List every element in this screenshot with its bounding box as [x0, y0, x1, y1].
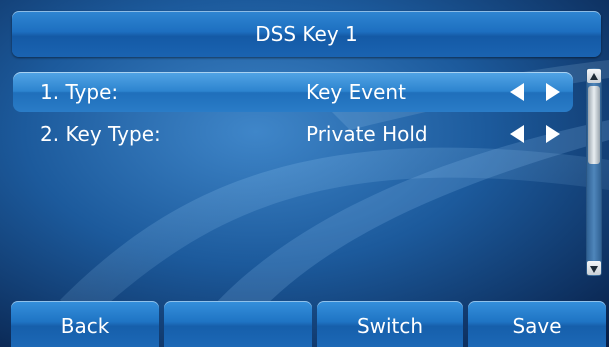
softkey-bar: Back Switch Save — [0, 301, 609, 347]
page-title: DSS Key 1 — [12, 11, 601, 57]
right-arrow-icon[interactable] — [546, 125, 560, 143]
option-arrows[interactable] — [510, 125, 560, 143]
triangle-down-icon — [590, 266, 598, 273]
empty-softkey[interactable] — [164, 301, 312, 347]
right-arrow-icon[interactable] — [546, 83, 560, 101]
scroll-down-button[interactable] — [587, 261, 601, 275]
phone-screen: DSS Key 1 1. Type: Key Event 2. Key Type… — [0, 0, 609, 347]
save-softkey[interactable]: Save — [468, 301, 606, 347]
scrollbar-thumb[interactable] — [588, 86, 600, 164]
option-arrows[interactable] — [510, 83, 560, 101]
setting-row-key-type[interactable]: 2. Key Type: Private Hold — [13, 114, 573, 154]
setting-value: Private Hold — [306, 122, 428, 146]
scroll-up-button[interactable] — [587, 69, 601, 83]
left-arrow-icon[interactable] — [510, 125, 524, 143]
scrollbar[interactable] — [586, 68, 602, 276]
triangle-up-icon — [590, 73, 598, 80]
setting-label: 1. Type: — [40, 80, 119, 104]
setting-row-type[interactable]: 1. Type: Key Event — [13, 72, 573, 112]
setting-value: Key Event — [306, 80, 406, 104]
setting-label: 2. Key Type: — [40, 122, 161, 146]
left-arrow-icon[interactable] — [510, 83, 524, 101]
switch-softkey[interactable]: Switch — [317, 301, 463, 347]
back-softkey[interactable]: Back — [11, 301, 159, 347]
